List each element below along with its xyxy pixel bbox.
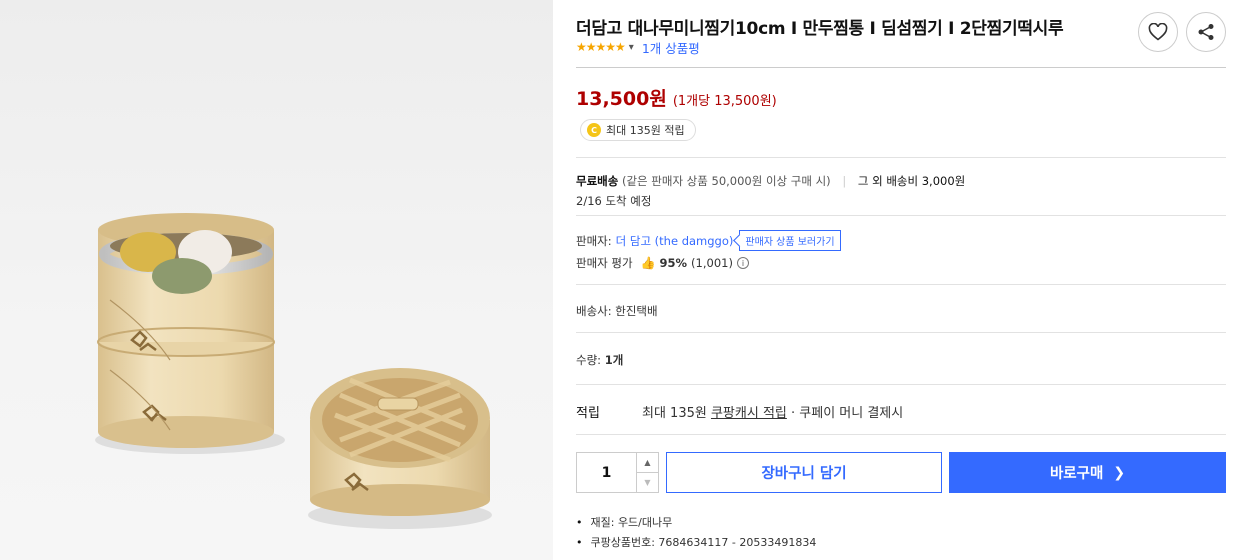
heart-icon <box>1148 23 1168 41</box>
divider <box>576 67 1226 68</box>
product-image <box>0 0 553 560</box>
divider <box>576 434 1226 435</box>
stepper-arrows: ▲ ▼ <box>636 453 658 492</box>
quantity-info: 수량: 1개 <box>576 352 623 368</box>
share-button[interactable] <box>1186 12 1226 52</box>
quantity-value: 1개 <box>604 353 624 367</box>
product-info-panel: 더담고 대나무미니찜기10cm I 만두찜통 I 딤섬찜기 I 2단찜기떡시루 … <box>576 0 1226 560</box>
buy-now-button[interactable]: 바로구매 ❯ <box>949 452 1226 493</box>
arrival-date: 2/16 도착 예정 <box>576 194 652 208</box>
info-icon[interactable]: i <box>736 257 749 269</box>
seller-rating-label: 판매자 평가 <box>576 256 633 270</box>
divider <box>576 384 1226 385</box>
review-count-link[interactable]: 1개 상품평 <box>642 38 700 57</box>
price-row: 13,500원 (1개당 13,500원) <box>576 84 777 111</box>
divider <box>576 157 1226 158</box>
seller-rating-percent: 95% <box>659 256 688 270</box>
free-shipping-label: 무료배송 <box>576 174 619 188</box>
list-item: 재질: 우드/대나무 <box>576 512 816 532</box>
coin-icon: C <box>587 123 601 137</box>
unit-price: (1개당 13,500원) <box>672 94 777 109</box>
quantity-label: 수량: <box>576 353 602 367</box>
points-label: 적립 <box>576 406 600 421</box>
courier-info: 배송사: 한진택배 <box>576 304 658 318</box>
sale-price: 13,500원 <box>576 88 667 110</box>
seller-rating-count: (1,001) <box>691 256 733 270</box>
buy-now-label: 바로구매 <box>1049 466 1104 482</box>
seller-products-tooltip[interactable]: 판매자 상품 보러가기 <box>739 230 841 251</box>
points-suffix: · 쿠페이 머니 결제시 <box>786 406 904 421</box>
product-title: 더담고 대나무미니찜기10cm I 만두찜통 I 딤섬찜기 I 2단찜기떡시루 <box>576 19 1064 39</box>
chevron-down-icon: ▾ <box>628 41 634 53</box>
arrow-down-icon[interactable]: ▼ <box>637 472 658 492</box>
add-to-cart-button[interactable]: 장바구니 담기 <box>666 452 942 493</box>
shipping-info: 무료배송 (같은 판매자 상품 50,000원 이상 구매 시) | 그 외 배… <box>576 173 965 189</box>
share-icon <box>1198 24 1214 40</box>
wishlist-button[interactable] <box>1138 12 1178 52</box>
points-row: 적립 최대 135원 쿠팡캐시 적립 · 쿠페이 머니 결제시 <box>576 402 903 421</box>
cash-reward-badge: C 최대 135원 적립 <box>580 119 696 141</box>
quantity-stepper[interactable]: 1 ▲ ▼ <box>576 452 659 493</box>
rating-row[interactable]: ★★★★★ ▾ 1개 상품평 <box>576 38 700 57</box>
seller-name-link[interactable]: 더 담고 (the damggo) <box>616 233 734 249</box>
list-item: 쿠팡상품번호: 7684634117 - 20533491834 <box>576 532 817 552</box>
points-text: 최대 135원 쿠팡캐시 적립 · 쿠페이 머니 결제시 <box>642 402 903 421</box>
product-details-list: 재질: 우드/대나무 쿠팡상품번호: 7684634117 - 20533491… <box>576 512 817 552</box>
seller-row: 판매자: 더 담고 (the damggo) 판매자 상품 보러가기 <box>576 230 841 251</box>
divider <box>576 215 1226 216</box>
shipping-condition: (같은 판매자 상품 50,000원 이상 구매 시) <box>621 174 831 188</box>
arrow-up-icon[interactable]: ▲ <box>637 453 658 472</box>
points-prefix: 최대 135원 <box>642 406 711 421</box>
divider <box>576 332 1226 333</box>
separator: | <box>842 174 847 188</box>
coupang-cash-link[interactable]: 쿠팡캐시 적립 <box>711 406 787 421</box>
shipping-fee: 그 외 배송비 3,000원 <box>857 174 966 188</box>
seller-label: 판매자: <box>576 233 612 248</box>
cash-reward-text: 최대 135원 적립 <box>606 124 685 137</box>
quantity-input[interactable]: 1 <box>577 453 636 492</box>
seller-rating-row: 판매자 평가 👍 95% (1,001) i <box>576 255 749 271</box>
chevron-right-icon: ❯ <box>1113 464 1126 481</box>
divider <box>576 284 1226 285</box>
bamboo-steamer-illustration <box>95 213 492 529</box>
thumb-up-icon: 👍 <box>640 256 656 270</box>
rating-stars: ★★★★★ <box>576 40 626 54</box>
